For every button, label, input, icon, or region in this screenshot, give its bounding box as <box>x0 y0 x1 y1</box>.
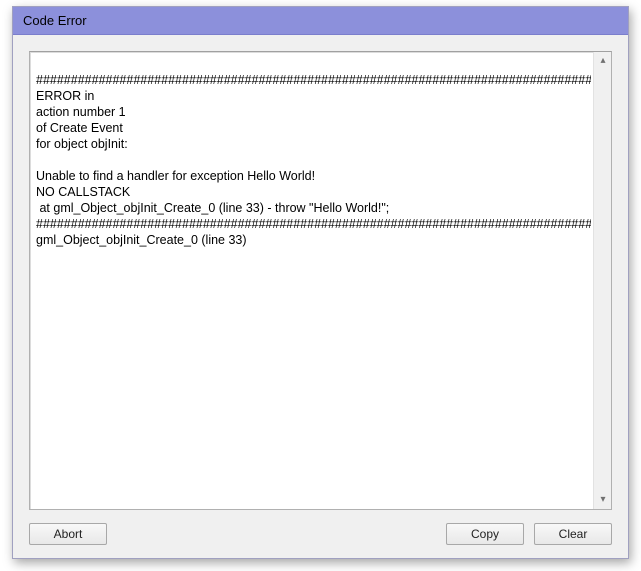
error-text-area[interactable]: ########################################… <box>29 51 612 510</box>
titlebar[interactable]: Code Error <box>13 7 628 35</box>
vertical-scrollbar[interactable]: ▴ ▾ <box>593 52 611 509</box>
error-dialog-window: Code Error #############################… <box>12 6 629 559</box>
clear-button[interactable]: Clear <box>534 523 612 545</box>
dialog-client-area: ########################################… <box>13 35 628 558</box>
window-title: Code Error <box>23 13 87 28</box>
abort-button[interactable]: Abort <box>29 523 107 545</box>
error-text-content[interactable]: ########################################… <box>36 56 591 248</box>
copy-button[interactable]: Copy <box>446 523 524 545</box>
scroll-up-icon[interactable]: ▴ <box>596 54 610 68</box>
scroll-down-icon[interactable]: ▾ <box>596 493 610 507</box>
button-row: Abort Copy Clear <box>29 510 612 548</box>
